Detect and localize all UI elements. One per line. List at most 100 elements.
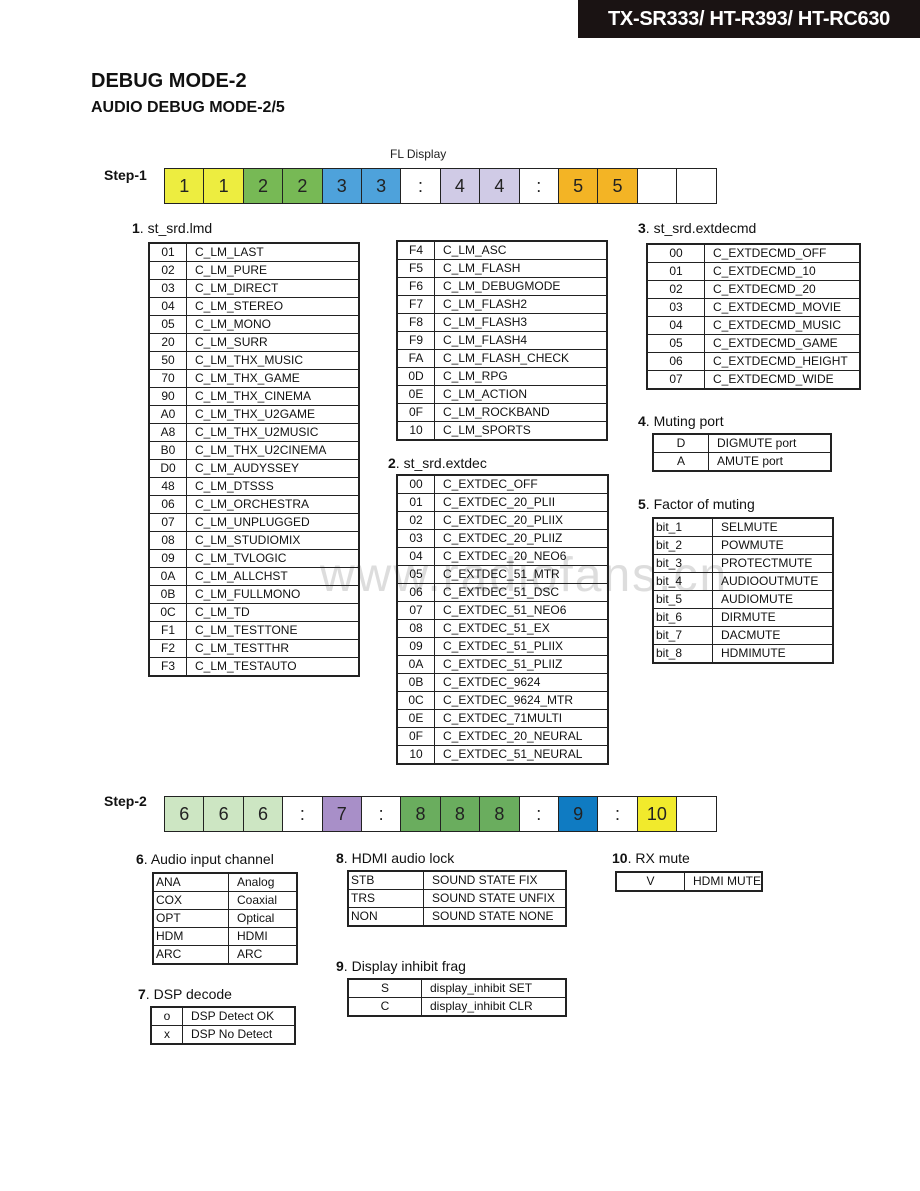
step2-fl-cell: 9 [558, 797, 599, 831]
step1-fl-cell: 2 [283, 169, 323, 203]
value-cell: C_EXTDEC_71MULTI [434, 709, 609, 728]
muting-port-table: D DIGMUTE port A AMUTE port [652, 433, 832, 472]
table-row: Cdisplay_inhibit CLR [347, 997, 567, 1017]
value-cell: C_LM_DTSSS [186, 477, 360, 496]
value-cell: C_LM_FLASH3 [434, 313, 608, 332]
section-6-title: 6. Audio input channel [136, 851, 274, 867]
code-cell: 09 [148, 549, 187, 568]
section-7-title: 7. DSP decode [138, 986, 232, 1002]
code-cell: 05 [396, 565, 435, 584]
table-row: V HDMI MUTE [615, 871, 763, 892]
value-cell: C_EXTDECMD_GAME [704, 334, 861, 353]
value-cell: C_LM_TD [186, 603, 360, 622]
code-cell: 10 [396, 421, 435, 441]
table-row: 01 C_EXTDEC_20_PLII [396, 493, 609, 512]
value-cell: C_EXTDECMD_MOVIE [704, 298, 861, 317]
value-cell: SOUND STATE UNFIX [423, 889, 567, 908]
step2-fl-cell: : [598, 797, 638, 831]
code-cell: V [615, 871, 685, 892]
code-cell: 48 [148, 477, 187, 496]
step2-fl-cell: 6 [243, 797, 284, 831]
fl-display-label: FL Display [390, 147, 447, 161]
step1-fl-display: 112233:44:55 [164, 168, 718, 204]
table-row: bit_7 DACMUTE [652, 626, 834, 645]
value-cell: DIRMUTE [712, 608, 834, 627]
table-row: 01 C_LM_LAST [148, 242, 360, 262]
table-row: 05 C_EXTDECMD_GAME [646, 334, 861, 353]
table-row: STB SOUND STATE FIX [347, 870, 567, 890]
code-cell: S [347, 978, 422, 998]
value-cell: C_LM_FLASH2 [434, 295, 608, 314]
step2-fl-cell: 6 [204, 797, 244, 831]
table-row: 03 C_EXTDEC_20_PLIIZ [396, 529, 609, 548]
section-2-title: 2. st_srd.extdec [388, 455, 487, 471]
step2-fl-cell: 8 [401, 797, 441, 831]
step1-label: Step-1 [104, 167, 147, 183]
code-cell: x [150, 1025, 183, 1045]
table-row: 03 C_LM_DIRECT [148, 279, 360, 298]
code-cell: 00 [646, 243, 705, 263]
code-cell: ARC [152, 945, 229, 965]
value-cell: C_LM_TESTAUTO [186, 657, 360, 677]
value-cell: C_EXTDECMD_20 [704, 280, 861, 299]
table-row: 04 C_EXTDECMD_MUSIC [646, 316, 861, 335]
code-cell: bit_5 [652, 590, 713, 609]
value-cell: DIGMUTE port [708, 433, 832, 453]
code-cell: 06 [396, 583, 435, 602]
code-cell: 0A [148, 567, 187, 586]
code-cell: COX [152, 891, 229, 910]
step1-fl-cell: 1 [165, 169, 205, 203]
code-cell: HDM [152, 927, 229, 946]
table-row: 90 C_LM_THX_CINEMA [148, 387, 360, 406]
code-cell: 0E [396, 385, 435, 404]
code-cell: A0 [148, 405, 187, 424]
model-header: TX-SR333/ HT-R393/ HT-RC630 [578, 0, 920, 38]
value-cell: C_EXTDEC_51_NEURAL [434, 745, 609, 765]
table-row: F9 C_LM_FLASH4 [396, 331, 608, 350]
value-cell: C_LM_ROCKBAND [434, 403, 608, 422]
section-3-title: 3. st_srd.extdecmd [638, 220, 757, 236]
muting-factor-table: bit_1 SELMUTE bit_2 POWMUTE bit_3 PROTECTMUTE… [652, 517, 834, 664]
step2-label: Step-2 [104, 793, 147, 809]
step2-fl-cell: : [283, 797, 323, 831]
value-cell: C_LM_ACTION [434, 385, 608, 404]
rx-mute-table: V HDMI MUTE [615, 871, 763, 892]
value-cell: C_LM_ASC [434, 240, 608, 260]
code-cell: TRS [347, 889, 424, 908]
code-cell: STB [347, 870, 424, 890]
section-1-title: 1. st_srd.lmd [132, 220, 213, 236]
value-cell: AUDIOMUTE [712, 590, 834, 609]
value-cell: C_LM_THX_U2GAME [186, 405, 360, 424]
value-cell: C_EXTDEC_20_PLII [434, 493, 609, 512]
table-row: 09 C_LM_TVLOGIC [148, 549, 360, 568]
code-cell: 50 [148, 351, 187, 370]
value-cell: DSP Detect OK [182, 1006, 296, 1026]
dsp-decode-table: o DSP Detect OK x DSP No Detect [150, 1006, 296, 1045]
value-cell: POWMUTE [712, 536, 834, 555]
value-cell: C_LM_ORCHESTRA [186, 495, 360, 514]
table-row: 07 C_EXTDECMD_WIDE [646, 370, 861, 390]
table-row: 10 C_EXTDEC_51_NEURAL [396, 745, 609, 765]
table-row: 05 C_LM_MONO [148, 315, 360, 334]
code-cell: 01 [148, 242, 187, 262]
table-row: bit_3 PROTECTMUTE [652, 554, 834, 573]
code-cell: 0F [396, 403, 435, 422]
table-row: 0A C_LM_ALLCHST [148, 567, 360, 586]
table-row: 08 C_EXTDEC_51_EX [396, 619, 609, 638]
step2-fl-cell [677, 797, 717, 831]
table-row: F5 C_LM_FLASH [396, 259, 608, 278]
table-row: 09 C_EXTDEC_51_PLIIX [396, 637, 609, 656]
step2-fl-cell: : [361, 797, 402, 831]
value-cell: C_LM_THX_U2CINEMA [186, 441, 360, 460]
table-row: 48 C_LM_DTSSS [148, 477, 360, 496]
value-cell: C_LM_TESTTONE [186, 621, 360, 640]
code-cell: 09 [396, 637, 435, 656]
table-row: A0 C_LM_THX_U2GAME [148, 405, 360, 424]
value-cell: C_EXTDEC_OFF [434, 474, 609, 494]
step2-fl-cell: 8 [440, 797, 481, 831]
value-cell: C_EXTDEC_9624 [434, 673, 609, 692]
code-cell: F4 [396, 240, 435, 260]
extdecmd-table: 00 C_EXTDECMD_OFF 01 C_EXTDECMD_10 02 C_EXTDE… [646, 243, 861, 390]
code-cell: bit_6 [652, 608, 713, 627]
table-row: 04 C_EXTDEC_20_NEO6 [396, 547, 609, 566]
